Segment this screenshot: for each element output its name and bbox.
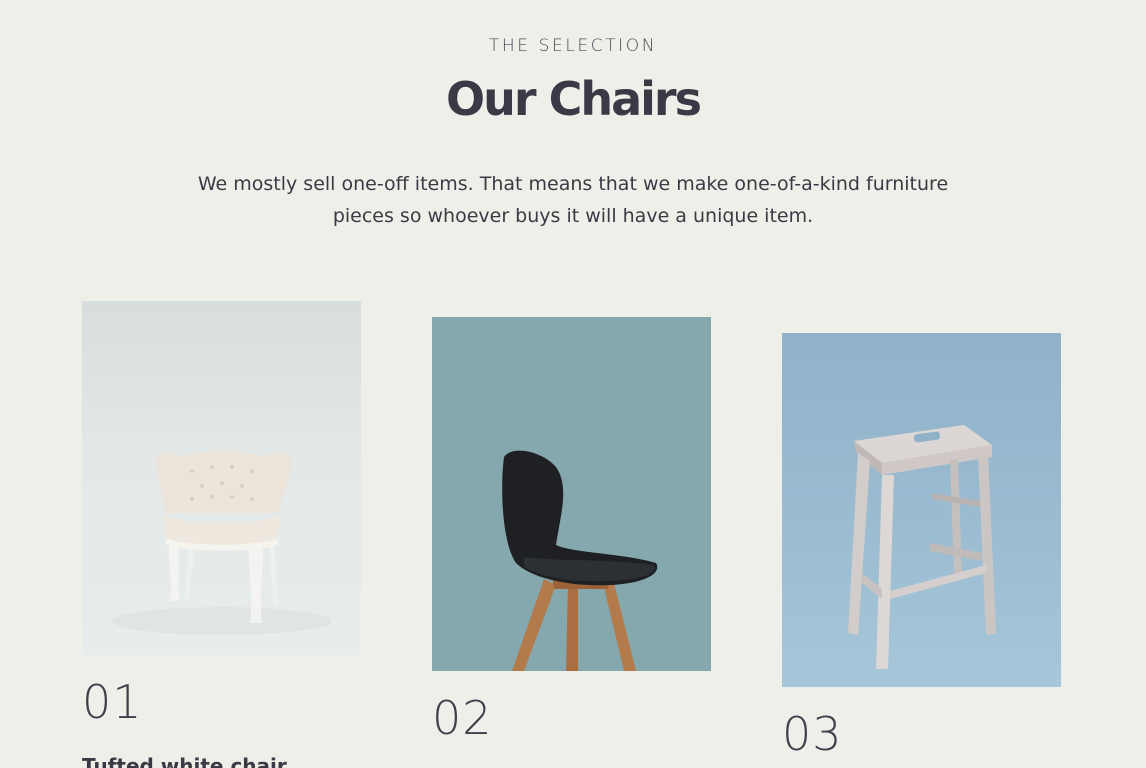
product-card-2[interactable]: 02 [432, 317, 711, 745]
black-shell-chair-photo [502, 450, 658, 671]
section-lead: We mostly sell one-off items. That means… [197, 173, 949, 227]
section-title: Our Chairs [446, 72, 702, 126]
product-number-1: 01 [82, 675, 143, 729]
product-photo-2[interactable] [432, 317, 711, 671]
section-eyebrow: THE SELECTION [488, 36, 658, 56]
product-card-3[interactable]: 03 [782, 333, 1061, 761]
product-photo-3[interactable] [782, 333, 1061, 687]
product-name-1[interactable]: Tufted white chair [82, 754, 287, 768]
product-number-2: 02 [432, 691, 493, 745]
product-card-1[interactable]: 01 Tufted white chair [82, 301, 361, 768]
product-number-3: 03 [782, 707, 843, 761]
chairs-section: THE SELECTION Our Chairs We mostly sell … [0, 0, 1146, 768]
white-tufted-armchair-photo [112, 451, 332, 635]
product-photo-1[interactable] [82, 301, 361, 655]
wooden-bar-stool-photo [848, 425, 996, 669]
